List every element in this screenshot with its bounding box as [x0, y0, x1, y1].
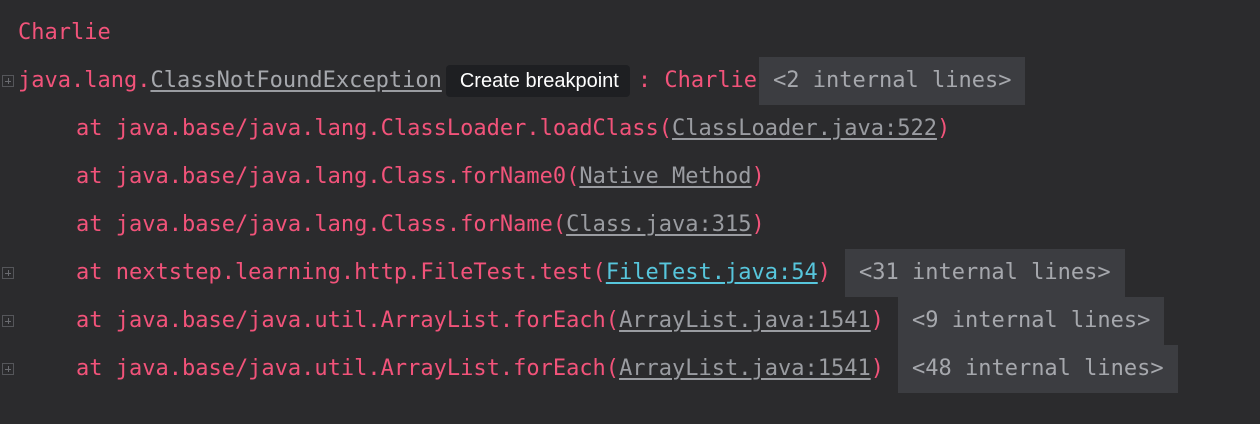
thread-name: Charlie — [18, 20, 111, 45]
source-link[interactable]: ClassLoader.java:522 — [672, 105, 937, 153]
fold-toggle-icon[interactable] — [2, 75, 14, 87]
source-link-active[interactable]: FileTest.java:54 — [606, 249, 818, 297]
frame-close: ) — [870, 356, 884, 381]
internal-lines-fold[interactable]: <31 internal lines> — [844, 249, 1125, 297]
exception-class-link[interactable]: ClassNotFoundException — [150, 57, 441, 105]
frame-text: at java.base/java.lang.ClassLoader.loadC… — [76, 116, 673, 141]
internal-lines-fold[interactable]: <48 internal lines> — [897, 345, 1178, 393]
fold-toggle-icon[interactable] — [2, 315, 14, 327]
stack-frame: at java.base/java.util.ArrayList.forEach… — [76, 345, 1178, 393]
create-breakpoint-tooltip[interactable]: Create breakpoint — [445, 65, 630, 97]
stack-frame: at java.base/java.lang.Class.forName0(Na… — [76, 153, 765, 201]
source-link[interactable]: Class.java:315 — [566, 201, 751, 249]
source-link[interactable]: ArrayList.java:1541 — [619, 345, 871, 393]
frame-close: ) — [751, 212, 765, 237]
exception-message: : Charlie — [637, 68, 758, 93]
frame-text: at java.base/java.lang.Class.forName( — [76, 212, 567, 237]
exception-package: java.lang. — [18, 68, 151, 93]
exception-line: java.lang. ClassNotFoundException Create b… — [18, 57, 1026, 105]
frame-text: at nextstep.learning.http.FileTest.test( — [76, 260, 606, 285]
frame-text: at java.base/java.lang.Class.forName0( — [76, 164, 580, 189]
stack-frame: at java.base/java.lang.ClassLoader.loadC… — [76, 105, 950, 153]
stack-frame: at java.base/java.lang.Class.forName(Cla… — [76, 201, 765, 249]
frame-close: ) — [817, 260, 831, 285]
console-output: Charlie java.lang. ClassNotFoundException… — [0, 0, 1260, 424]
frame-close: ) — [751, 164, 765, 189]
frame-close: ) — [936, 116, 951, 141]
thread-name-line: Charlie — [18, 9, 111, 57]
frame-text: at java.base/java.util.ArrayList.forEach… — [76, 356, 620, 381]
stack-frame: at nextstep.learning.http.FileTest.test(… — [76, 249, 1125, 297]
fold-toggle-icon[interactable] — [2, 363, 14, 375]
stack-frame: at java.base/java.util.ArrayList.forEach… — [76, 297, 1165, 345]
internal-lines-fold[interactable]: <9 internal lines> — [897, 297, 1165, 345]
source-link[interactable]: Native Method — [579, 153, 751, 201]
fold-toggle-icon[interactable] — [2, 267, 14, 279]
internal-lines-fold[interactable]: <2 internal lines> — [759, 57, 1026, 105]
source-link[interactable]: ArrayList.java:1541 — [619, 297, 871, 345]
frame-close: ) — [870, 308, 884, 333]
frame-text: at java.base/java.util.ArrayList.forEach… — [76, 308, 620, 333]
